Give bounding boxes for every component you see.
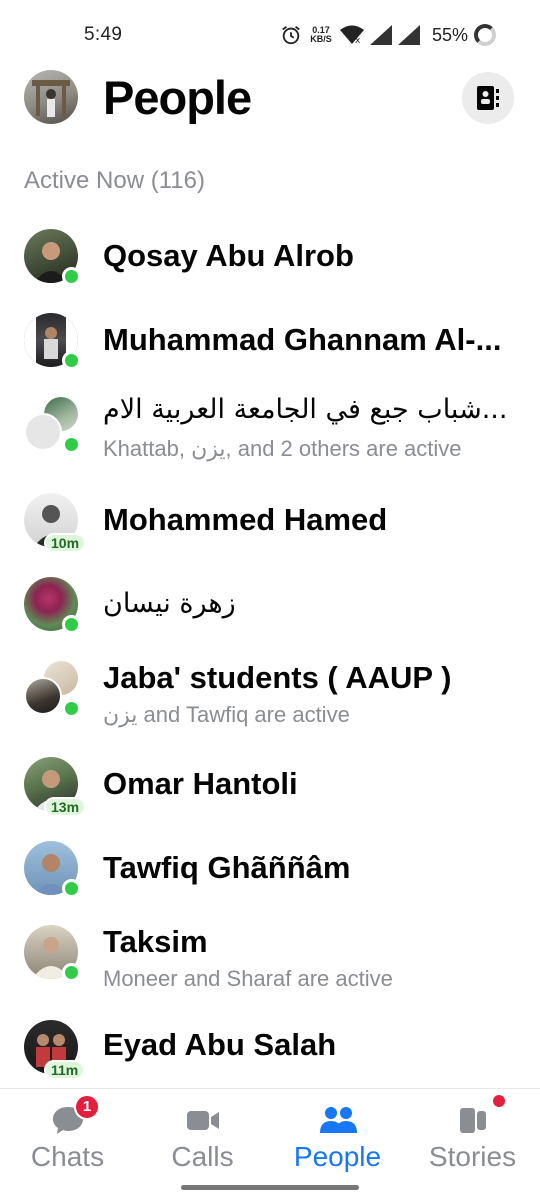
- list-item[interactable]: Qosay Abu Alrob: [0, 214, 540, 298]
- header: People: [0, 68, 540, 128]
- tab-label: Calls: [171, 1141, 234, 1172]
- people-icon: [319, 1107, 357, 1133]
- avatar: 10m: [24, 493, 87, 553]
- tab-label: People: [293, 1141, 382, 1172]
- speed-unit: KB/S: [310, 34, 332, 44]
- avatar: 13m: [24, 757, 87, 817]
- profile-avatar[interactable]: [24, 70, 78, 124]
- new-story-indicator: [493, 1095, 505, 1107]
- last-active-badge: 13m: [44, 797, 87, 817]
- list-item[interactable]: Tawfiq Ghãññâm: [0, 826, 540, 910]
- list-item[interactable]: Muhammad Ghannam Al-...: [0, 298, 540, 382]
- tab-chats[interactable]: 1 Chats: [0, 1089, 135, 1189]
- tab-people[interactable]: People: [270, 1089, 405, 1189]
- online-indicator: [62, 351, 81, 370]
- signal-icon: [369, 25, 392, 45]
- tab-label: Chats: [30, 1141, 105, 1172]
- online-indicator: [62, 435, 81, 454]
- online-indicator: [62, 267, 81, 286]
- active-now-heading: Active Now (116): [24, 167, 205, 194]
- avatar: [24, 577, 81, 634]
- battery-percent: 55%: [431, 24, 468, 45]
- video-camera-icon: [186, 1111, 219, 1130]
- contact-name: Eyad Abu Salah: [103, 1027, 337, 1062]
- group-name: ...شباب جبع في الجامعة العربية الام: [103, 394, 508, 425]
- avatar: [24, 313, 81, 370]
- tab-stories[interactable]: Stories: [405, 1089, 540, 1189]
- status-icons: 0.17 KB/S x 55%: [280, 20, 496, 50]
- list-item[interactable]: 11m Eyad Abu Salah: [0, 1005, 540, 1089]
- online-indicator: [62, 963, 81, 982]
- avatar: 11m: [24, 1020, 86, 1080]
- status-bar: 5:49 0.17 KB/S x 55%: [0, 0, 540, 70]
- avatar: [24, 229, 81, 286]
- bottom-nav: 1 Chats Calls People Stories: [0, 1088, 540, 1200]
- network-speed: 0.17 KB/S: [308, 26, 334, 44]
- signal-icon: [397, 25, 420, 45]
- contact-name: Qosay Abu Alrob: [103, 238, 354, 273]
- list-item[interactable]: 13m Omar Hantoli: [0, 742, 540, 826]
- contact-name: Mohammed Hamed: [103, 502, 388, 537]
- contact-name: Muhammad Ghannam Al-...: [103, 322, 502, 357]
- profile-photo: [32, 80, 70, 117]
- unread-badge: 1: [74, 1094, 100, 1120]
- stories-icon: [459, 1108, 486, 1133]
- svg-text:x: x: [355, 36, 361, 45]
- online-indicator: [62, 699, 81, 718]
- battery-icon: [474, 24, 496, 46]
- status-time: 5:49: [84, 24, 123, 45]
- home-indicator[interactable]: [181, 1185, 359, 1190]
- group-name: Jaba' students ( AAUP ): [103, 660, 452, 695]
- last-active-badge: 11m: [44, 1060, 86, 1080]
- tab-label: Stories: [428, 1141, 517, 1172]
- contact-name: Omar Hantoli: [103, 766, 298, 801]
- page-title: People: [103, 71, 252, 124]
- avatar: [24, 841, 81, 898]
- alarm-icon: [282, 26, 300, 45]
- list-item[interactable]: 10m Mohammed Hamed: [0, 478, 540, 562]
- list-item[interactable]: Taksim Moneer and Sharaf are active: [0, 910, 540, 994]
- group-name: Taksim: [103, 924, 208, 959]
- active-members: Moneer and Sharaf are active: [103, 966, 393, 991]
- contact-name: زهرة نيسان: [103, 588, 236, 619]
- list-item[interactable]: زهرة نيسان: [0, 562, 540, 646]
- contact-name: Tawfiq Ghãññâm: [103, 850, 351, 885]
- group-avatar: [24, 661, 81, 718]
- contacts-button[interactable]: [462, 72, 514, 124]
- tab-calls[interactable]: Calls: [135, 1089, 270, 1189]
- group-avatar: [24, 397, 81, 454]
- list-item[interactable]: Jaba' students ( AAUP ) يزن and Tawfiq a…: [0, 646, 540, 730]
- online-indicator: [62, 615, 81, 634]
- contacts-book-icon: [477, 86, 499, 110]
- active-members: Khattab, يزن, and 2 others are active: [103, 436, 462, 461]
- wifi-icon: x: [339, 25, 364, 45]
- list-item[interactable]: ...شباب جبع في الجامعة العربية الام Khat…: [0, 382, 540, 466]
- online-indicator: [62, 879, 81, 898]
- active-members: يزن and Tawfiq are active: [103, 702, 350, 727]
- avatar: [24, 925, 81, 982]
- last-active-badge: 10m: [44, 533, 87, 553]
